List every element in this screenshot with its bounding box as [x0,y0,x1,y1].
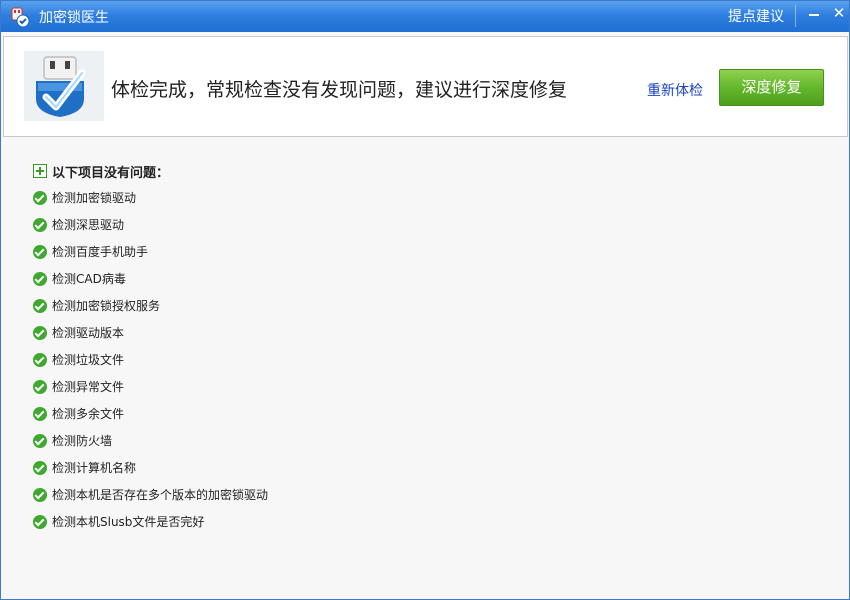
list-item-label: 检测异常文件 [52,380,125,394]
check-circle-icon [33,191,47,205]
check-circle-icon [33,218,47,232]
usb-dongle-check-icon [24,51,104,121]
list-item-label: 检测防火墙 [52,434,113,448]
list-item-label: 检测计算机名称 [52,461,137,475]
recheck-link[interactable]: 重新体检 [647,80,703,100]
list-item-label: 检测本机Slusb文件是否完好 [52,515,205,529]
check-circle-icon [33,488,47,502]
check-circle-icon [33,299,47,313]
list-header-label: 以下项目没有问题： [52,166,170,181]
list-item-label: 检测加密锁授权服务 [52,299,161,313]
result-headline: 体检完成，常规检查没有发现问题，建议进行深度修复 [111,79,568,101]
list-item-label: 检测多余文件 [52,407,125,421]
app-icon [11,7,30,28]
expand-plus-icon[interactable] [33,164,47,178]
list-item-label: 检测加密锁驱动 [52,191,137,205]
check-circle-icon [33,515,47,529]
minimize-icon [809,14,819,16]
check-circle-icon [33,326,47,340]
list-item-label: 检测本机是否存在多个版本的加密锁驱动 [52,488,269,502]
check-circle-icon [33,434,47,448]
app-window: 加密锁医生 提点建议 ✕ 体检完成，常规检查没有发现问题，建议进行深度修复 重新… [0,0,850,600]
check-result-list: 以下项目没有问题： 检测加密锁驱动 检测深思驱动 检测百度手机助手 检测CAD病… [1,138,849,598]
result-panel: 体检完成，常规检查没有发现问题，建议进行深度修复 重新体检 深度修复 [3,36,848,137]
list-item-label: 检测CAD病毒 [52,272,126,286]
title-bar[interactable]: 加密锁医生 提点建议 ✕ [1,1,849,32]
list-item-label: 检测垃圾文件 [52,353,125,367]
minimize-button[interactable] [807,3,823,23]
check-circle-icon [33,461,47,475]
list-item-label: 检测百度手机助手 [52,245,149,259]
list-item-label: 检测深思驱动 [52,218,125,232]
check-circle-icon [33,245,47,259]
suggest-link[interactable]: 提点建议 [728,6,784,26]
deep-repair-button[interactable]: 深度修复 [719,69,824,106]
check-circle-icon [33,272,47,286]
check-circle-icon [33,380,47,394]
check-circle-icon [33,407,47,421]
close-button[interactable]: ✕ [831,3,847,23]
list-item-label: 检测驱动版本 [52,326,125,340]
window-title: 加密锁医生 [39,10,109,26]
titlebar-divider [795,5,796,27]
check-circle-icon [33,353,47,367]
